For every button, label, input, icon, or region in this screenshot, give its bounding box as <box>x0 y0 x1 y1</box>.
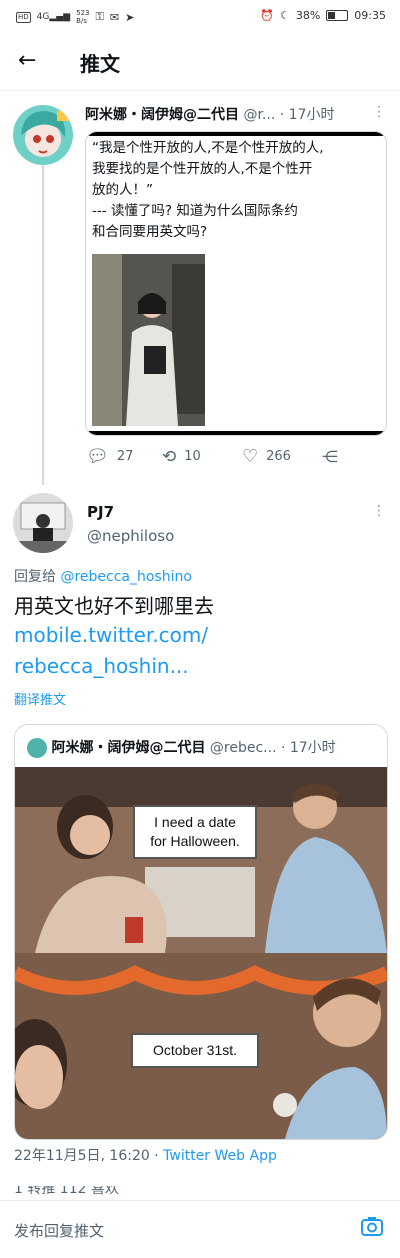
alarm-icon: ⏰ <box>260 9 274 22</box>
message-icon: ✉ <box>109 10 120 24</box>
tweet-author-row: 阿米娜・阔伊姆@二代目 @r... · 17小时 <box>85 104 385 124</box>
share-button[interactable]: ⋲ <box>322 447 338 466</box>
moon-icon: ☾ <box>279 9 290 22</box>
quoted-tweet[interactable]: 阿米娜・阔伊姆@二代目 @rebec... · 17小时 I need a da… <box>14 724 388 1140</box>
author-name[interactable]: 阿米娜・阔伊姆@二代目 <box>85 107 239 123</box>
tweet-actions: 💬︎ 27 ⟲ 10 ♡ 266 ⋲ <box>86 446 386 467</box>
reply-bar: 发布回复推文 <box>0 1200 400 1258</box>
tweet-image[interactable]: “我是个性开放的人,不是个性开放的人, 我要找的是个性开放的人,不是个性开 放的… <box>85 131 387 436</box>
share-icon: ⋲ <box>322 447 338 466</box>
clock: 09:35 <box>354 9 386 22</box>
battery-icon <box>326 10 349 21</box>
heart-icon: ♡ <box>242 446 259 467</box>
quote-time: · 17小时 <box>280 740 336 756</box>
retweet-count: 10 <box>184 449 201 464</box>
author-handle: @r... <box>243 107 276 123</box>
translate-link[interactable]: 翻译推文 <box>14 689 66 708</box>
avatar[interactable] <box>13 493 73 553</box>
signal-icon: 4G▂▄▆ <box>36 12 71 22</box>
author-name[interactable]: PJ7 <box>87 503 114 521</box>
speech-bubble: October 31st. <box>131 1033 259 1068</box>
camera-icon[interactable] <box>360 1215 384 1237</box>
speech-bubble: I need a date for Halloween. <box>133 805 257 859</box>
quote-author-handle: @rebec... <box>209 740 277 756</box>
more-options-icon[interactable]: ⋮ <box>372 503 386 519</box>
like-count: 266 <box>266 449 291 464</box>
tweet-link[interactable]: mobile.twitter.com/ rebecca_hoshin... <box>14 620 208 682</box>
thread-line <box>42 165 44 485</box>
woman-photo <box>92 254 205 426</box>
hd-indicator: HD <box>16 11 31 23</box>
reply-input[interactable]: 发布回复推文 <box>14 1220 104 1241</box>
battery-percent: 38% <box>295 9 321 22</box>
reply-context: 回复给 @rebecca_hoshino <box>14 569 192 585</box>
key-icon: ⚿ <box>95 10 104 23</box>
retweet-button[interactable]: ⟲ 10 <box>162 447 242 467</box>
meme-image: I need a date for Halloween. October 31s… <box>15 767 387 1139</box>
retweet-icon: ⟲ <box>162 446 177 467</box>
author-handle: @nephiloso <box>87 527 175 545</box>
image-text: “我是个性开放的人,不是个性开放的人, 我要找的是个性开放的人,不是个性开 放的… <box>92 140 324 240</box>
tweet-stats: 1 转推 112 喜欢 <box>14 1186 119 1197</box>
network-speed: 523 B/s <box>76 9 90 25</box>
like-button[interactable]: ♡ 266 <box>242 446 322 467</box>
avatar <box>27 738 47 758</box>
reply-button[interactable]: 💬︎ 27 <box>86 446 162 467</box>
avatar[interactable] <box>13 105 73 165</box>
send-icon: ➤ <box>125 10 135 24</box>
tweet-timestamp: 22年11月5日, 16:20 · Twitter Web App <box>14 1148 277 1164</box>
page-title: 推文 <box>80 52 120 76</box>
reply-icon: 💬︎ <box>86 446 109 467</box>
back-arrow-icon[interactable]: ← <box>18 50 36 72</box>
tweet-text: 用英文也好不到哪里去 <box>14 594 214 618</box>
quote-author-row: 阿米娜・阔伊姆@二代目 @rebec... · 17小时 <box>27 737 336 758</box>
reply-count: 27 <box>116 449 134 464</box>
status-bar: HD 4G▂▄▆ 523 B/s ⚿ ✉ ➤ ⏰ ☾ 38% 09:35 <box>0 0 400 32</box>
quote-author-name: 阿米娜・阔伊姆@二代目 <box>51 740 206 756</box>
tweet-time: · 17小时 <box>279 107 335 123</box>
more-options-icon[interactable]: ⋮ <box>372 104 386 120</box>
source-link[interactable]: Twitter Web App <box>163 1148 277 1164</box>
top-bar: ← 推文 <box>0 32 400 91</box>
reply-to-link[interactable]: @rebecca_hoshino <box>60 569 191 585</box>
